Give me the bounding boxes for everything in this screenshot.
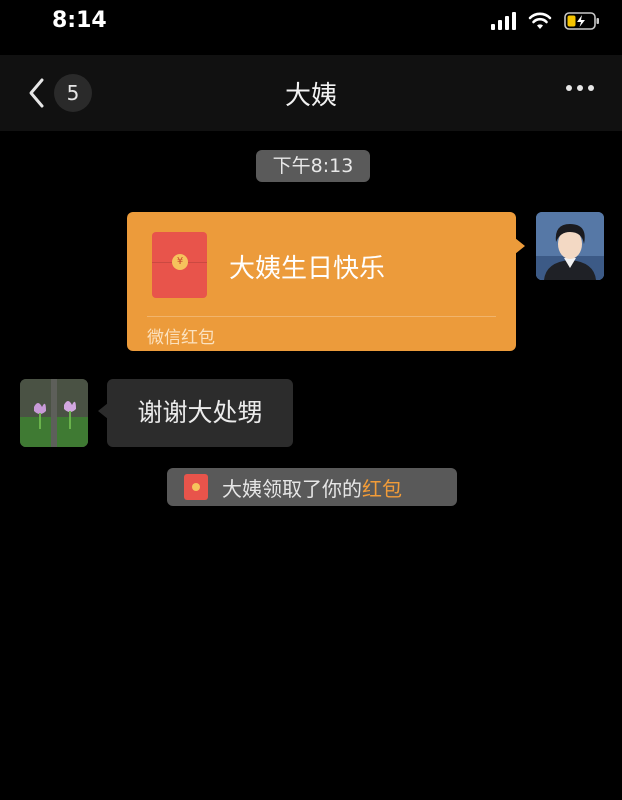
chat-title: 大姨 [284,81,337,111]
wifi-icon [528,12,552,29]
red-packet-divider [147,316,496,317]
red-packet-label: 微信红包 [147,328,215,348]
battery-charging-icon [564,12,599,30]
status-time: 8:14 [52,8,107,33]
red-packet-message[interactable]: ¥ 大姨生日快乐 微信红包 [127,212,525,351]
red-envelope-small-icon [184,474,208,500]
my-avatar[interactable] [536,212,604,280]
signal-icon [491,12,516,30]
chat-header: 5 大姨 [0,55,622,131]
status-icons [491,12,600,30]
more-dots-icon[interactable] [566,85,594,91]
message-timestamp: 下午8:13 [256,150,370,182]
red-packet-link[interactable]: 红包 [362,473,402,502]
contact-avatar[interactable] [20,379,88,447]
status-bar: 8:14 [0,0,622,50]
red-packet-claimed-notice: 大姨领取了你的 红包 [167,468,457,506]
red-envelope-icon: ¥ [152,232,207,298]
notice-text: 大姨领取了你的 [222,476,362,501]
red-packet-title: 大姨生日快乐 [229,254,386,284]
received-message-bubble[interactable]: 谢谢大处甥 [98,379,293,447]
